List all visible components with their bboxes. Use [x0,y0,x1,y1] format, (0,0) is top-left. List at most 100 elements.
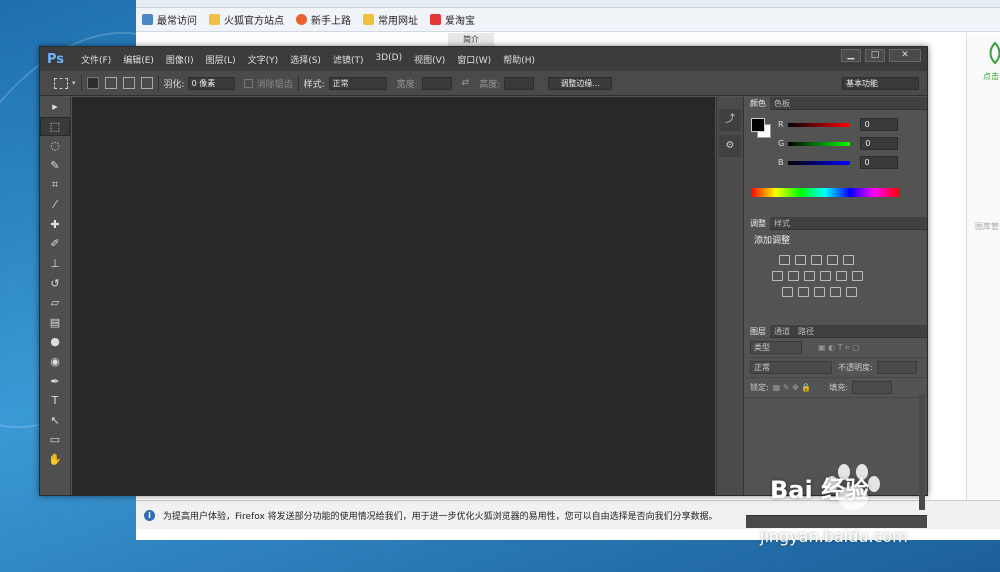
black-white-icon[interactable] [804,271,815,281]
close-button[interactable]: ✕ [889,49,921,62]
eraser-tool-icon[interactable]: ▱ [40,293,70,313]
menu-3d[interactable]: 3D(D) [369,53,408,66]
blend-mode-select[interactable]: 正常 [750,361,832,374]
red-slider[interactable] [787,122,850,127]
hand-tool-icon[interactable]: ✋ [40,450,70,470]
tab-color[interactable]: 颜色 [746,96,770,110]
green-value-input[interactable]: 0 [860,137,899,150]
new-selection-icon[interactable] [86,77,99,89]
color-lookup-icon[interactable] [852,271,863,281]
refine-edge-button[interactable]: 调整边缘... [548,76,613,90]
minimize-button[interactable]: ▁ [841,49,861,62]
adjust-row-1 [746,255,927,265]
hue-saturation-icon[interactable] [772,271,783,281]
menu-filter[interactable]: 滤镜(T) [327,53,370,66]
bookmark-getting-started[interactable]: 新手上路 [296,12,351,27]
workspace-select[interactable]: 基本功能 [842,76,919,90]
pen-tool-icon[interactable]: ✒ [40,371,70,391]
dodge-tool-icon[interactable]: ◉ [40,352,70,372]
style-select[interactable]: 正常 [328,76,387,90]
menu-image[interactable]: 图像(I) [160,53,200,66]
chevron-down-icon[interactable]: ▾ [72,79,76,87]
tab-styles[interactable]: 样式 [770,217,794,230]
bookmark-most-visited[interactable]: 最常访问 [142,12,197,27]
feather-input[interactable]: 0 像素 [187,76,235,90]
tab-swatches[interactable]: 色板 [770,97,794,110]
width-input[interactable] [421,76,452,90]
menu-layer[interactable]: 图层(L) [200,53,242,66]
swap-icon[interactable]: ⇄ [462,78,470,88]
tab-adjustments[interactable]: 调整 [746,216,770,230]
curves-icon[interactable] [811,255,822,265]
gradient-map-icon[interactable] [830,287,841,297]
bookmark-common-sites[interactable]: 常用网址 [363,12,418,27]
posterize-icon[interactable] [798,287,809,297]
green-slider[interactable] [788,141,851,146]
marquee-tool-icon[interactable]: ⬚ [40,116,70,137]
menu-help[interactable]: 帮助(H) [497,53,541,66]
add-selection-icon[interactable] [104,77,117,89]
blue-slider[interactable] [787,160,850,165]
gradient-tool-icon[interactable]: ▤ [40,313,70,333]
blur-tool-icon[interactable]: ● [40,332,70,352]
antialias-label: 消除锯齿 [256,79,293,90]
marquee-preset-icon[interactable] [54,77,68,89]
add-adjustment-title: 添加调整 [754,236,791,246]
tab-layers[interactable]: 图层 [746,324,770,338]
feather-label: 羽化: [163,79,185,90]
properties-panel-icon[interactable]: ⚙ [719,135,741,157]
menu-file[interactable]: 文件(F) [75,53,117,66]
menu-type[interactable]: 文字(Y) [242,53,285,66]
height-input[interactable] [504,76,535,90]
menu-view[interactable]: 视图(V) [408,53,451,66]
vibrance-icon[interactable] [843,255,854,265]
opacity-input[interactable] [876,361,917,374]
layer-kind-select[interactable]: 类型 [750,341,802,354]
type-tool-icon[interactable]: T [40,391,70,411]
right-panel-link[interactable]: 点击 [983,71,999,82]
fill-input[interactable] [851,381,892,394]
brush-tool-icon[interactable]: ✐ [40,234,70,254]
lasso-tool-icon[interactable]: ◌ [40,136,70,156]
clone-stamp-tool-icon[interactable]: ⊥ [40,254,70,274]
color-spectrum[interactable] [751,188,899,197]
quick-select-tool-icon[interactable]: ✎ [40,156,70,176]
tab-channels[interactable]: 通道 [770,325,794,338]
page-tab-fragment[interactable]: 简介 [448,33,494,47]
antialias-checkbox[interactable] [243,78,253,88]
channel-mixer-icon[interactable] [836,271,847,281]
maximize-button[interactable]: □ [865,49,885,62]
exposure-icon[interactable] [827,255,838,265]
menu-edit[interactable]: 编辑(E) [117,53,160,66]
history-brush-tool-icon[interactable]: ↺ [40,273,70,293]
divider [297,75,299,91]
history-panel-icon[interactable]: ⤴ [719,109,741,131]
filter-icons[interactable]: ▣ ◐ T ⌗ ▢ [818,343,860,353]
invert-icon[interactable] [782,287,793,297]
healing-brush-tool-icon[interactable]: ✚ [40,215,70,235]
menu-window[interactable]: 窗口(W) [451,53,497,66]
move-tool-icon[interactable]: ▸ [40,97,70,117]
bookmark-firefox-official[interactable]: 火狐官方站点 [209,12,284,27]
blue-value-input[interactable]: 0 [859,156,898,169]
eyedropper-tool-icon[interactable]: ⁄ [40,195,70,215]
color-balance-icon[interactable] [788,271,799,281]
rectangle-tool-icon[interactable]: ▭ [40,430,70,450]
subtract-selection-icon[interactable] [122,77,135,89]
crop-tool-icon[interactable]: ⌗ [40,175,70,195]
intersect-selection-icon[interactable] [140,77,153,89]
threshold-icon[interactable] [814,287,825,297]
red-value-input[interactable]: 0 [859,118,898,131]
layers-scrollbar[interactable] [919,394,925,510]
path-select-tool-icon[interactable]: ↖ [40,411,70,431]
photo-filter-icon[interactable] [820,271,831,281]
tab-paths[interactable]: 路径 [794,325,818,338]
levels-icon[interactable] [795,255,806,265]
foreground-color-swatch[interactable] [751,118,765,132]
menu-select[interactable]: 选择(S) [284,53,327,66]
brightness-icon[interactable] [779,255,790,265]
lock-icons[interactable]: ▦ ✎ ✥ 🔒 [773,383,812,392]
bookmark-aitaobao[interactable]: 爱淘宝 [430,12,475,27]
document-canvas[interactable] [72,97,715,496]
selective-color-icon[interactable] [846,287,857,297]
